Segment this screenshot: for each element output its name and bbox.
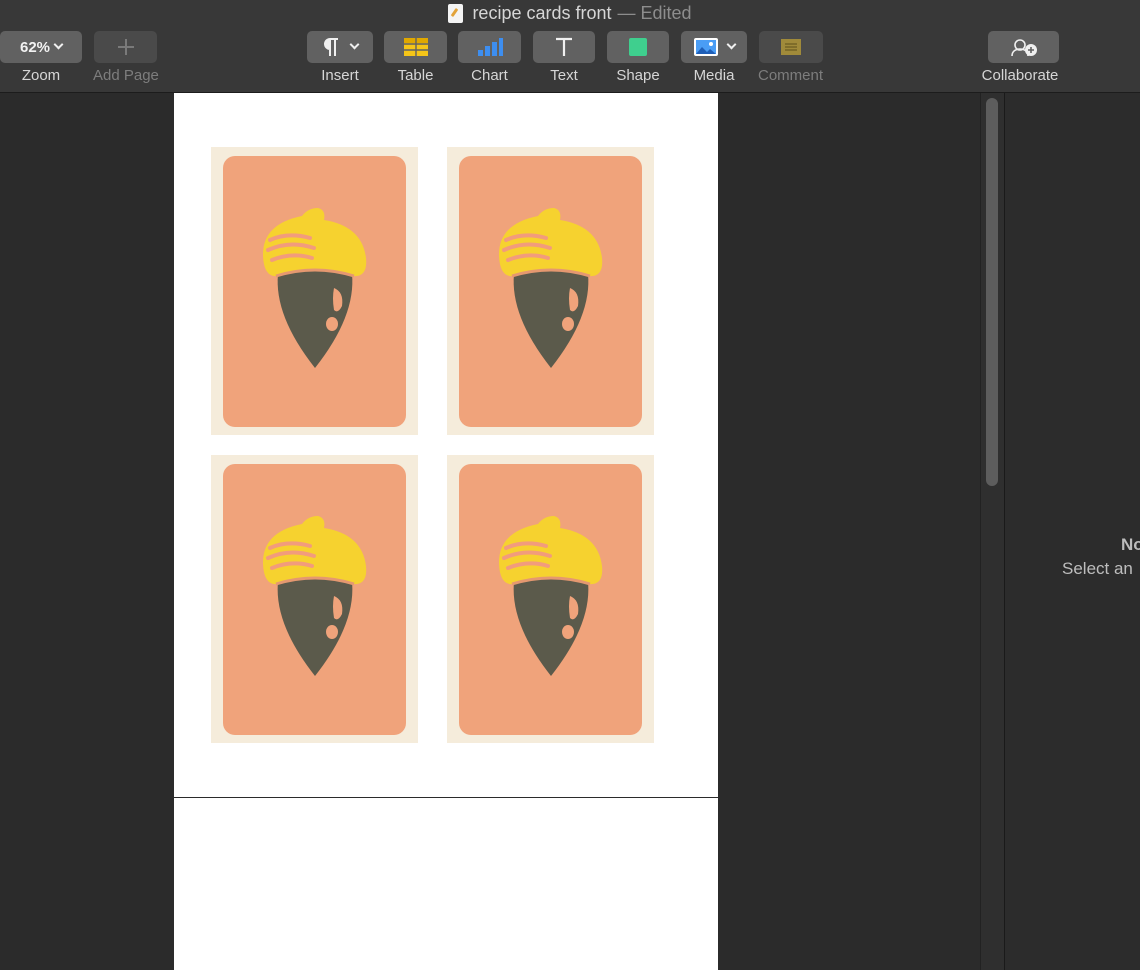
zoom-value: 62%: [19, 38, 51, 56]
zoom-label: Zoom: [21, 67, 61, 84]
insert-button[interactable]: [307, 31, 373, 63]
window-title: recipe cards front — Edited: [0, 2, 1140, 24]
chevron-down-icon: [349, 39, 359, 50]
acorn-icon: [262, 516, 367, 676]
document-page-2[interactable]: [174, 798, 718, 970]
text-icon: [556, 37, 572, 56]
chart-control[interactable]: Chart: [458, 31, 521, 84]
photo-icon: [694, 38, 718, 56]
bar-chart-icon: [477, 38, 503, 56]
recipe-card[interactable]: [211, 147, 418, 435]
zoom-button[interactable]: 62%: [0, 31, 82, 63]
comment-icon: [780, 39, 801, 55]
edited-status: — Edited: [617, 2, 692, 23]
table-control[interactable]: Table: [384, 31, 447, 84]
format-sidebar: No Select an: [1004, 93, 1140, 970]
plus-icon: [117, 39, 134, 55]
acorn-icon: [498, 208, 603, 368]
chevron-down-icon: [726, 39, 737, 50]
sidebar-empty-hint: Select an: [1062, 559, 1133, 578]
card-face: [223, 156, 406, 427]
card-face: [459, 464, 642, 735]
document-page[interactable]: [174, 93, 718, 797]
media-control[interactable]: Media: [681, 31, 747, 84]
shape-icon: [629, 38, 647, 56]
scrollbar-thumb[interactable]: [986, 98, 998, 486]
collaborate-control[interactable]: Collaborate: [981, 31, 1059, 84]
shape-label: Shape: [616, 67, 660, 84]
table-button[interactable]: [384, 31, 447, 63]
add-page-button[interactable]: [94, 31, 158, 63]
pages-document-icon: [448, 3, 464, 23]
text-label: Text: [550, 67, 578, 84]
chevron-down-icon: [53, 39, 64, 50]
table-icon: [403, 38, 428, 56]
acorn-icon: [498, 516, 603, 676]
collaborate-icon: [1010, 39, 1037, 57]
chart-label: Chart: [471, 67, 508, 84]
table-label: Table: [397, 67, 434, 84]
media-button[interactable]: [681, 31, 747, 63]
chart-button[interactable]: [458, 31, 521, 63]
collaborate-label: Collaborate: [981, 67, 1059, 84]
card-face: [459, 156, 642, 427]
media-label: Media: [693, 67, 735, 84]
insert-label: Insert: [321, 67, 359, 84]
recipe-card[interactable]: [447, 147, 654, 435]
insert-control[interactable]: Insert: [307, 31, 373, 84]
comment-button[interactable]: [758, 31, 823, 63]
zoom-control[interactable]: 62% Zoom: [0, 31, 82, 84]
add-page-control[interactable]: Add Page: [93, 31, 159, 84]
sidebar-empty-title: No: [1121, 535, 1140, 554]
shape-control[interactable]: Shape: [607, 31, 669, 84]
add-page-label: Add Page: [93, 67, 159, 84]
collaborate-button[interactable]: [988, 31, 1059, 63]
card-face: [223, 464, 406, 735]
recipe-card[interactable]: [447, 455, 654, 743]
recipe-card[interactable]: [211, 455, 418, 743]
paragraph-icon: [323, 38, 338, 56]
toolbar: recipe cards front — Edited 62% Zoom Add…: [0, 0, 1140, 93]
comment-control[interactable]: Comment: [758, 31, 823, 84]
comment-label: Comment: [758, 67, 824, 84]
text-control[interactable]: Text: [533, 31, 595, 84]
acorn-icon: [262, 208, 367, 368]
shape-button[interactable]: [607, 31, 669, 63]
document-name: recipe cards front: [472, 2, 612, 23]
text-button[interactable]: [533, 31, 595, 63]
